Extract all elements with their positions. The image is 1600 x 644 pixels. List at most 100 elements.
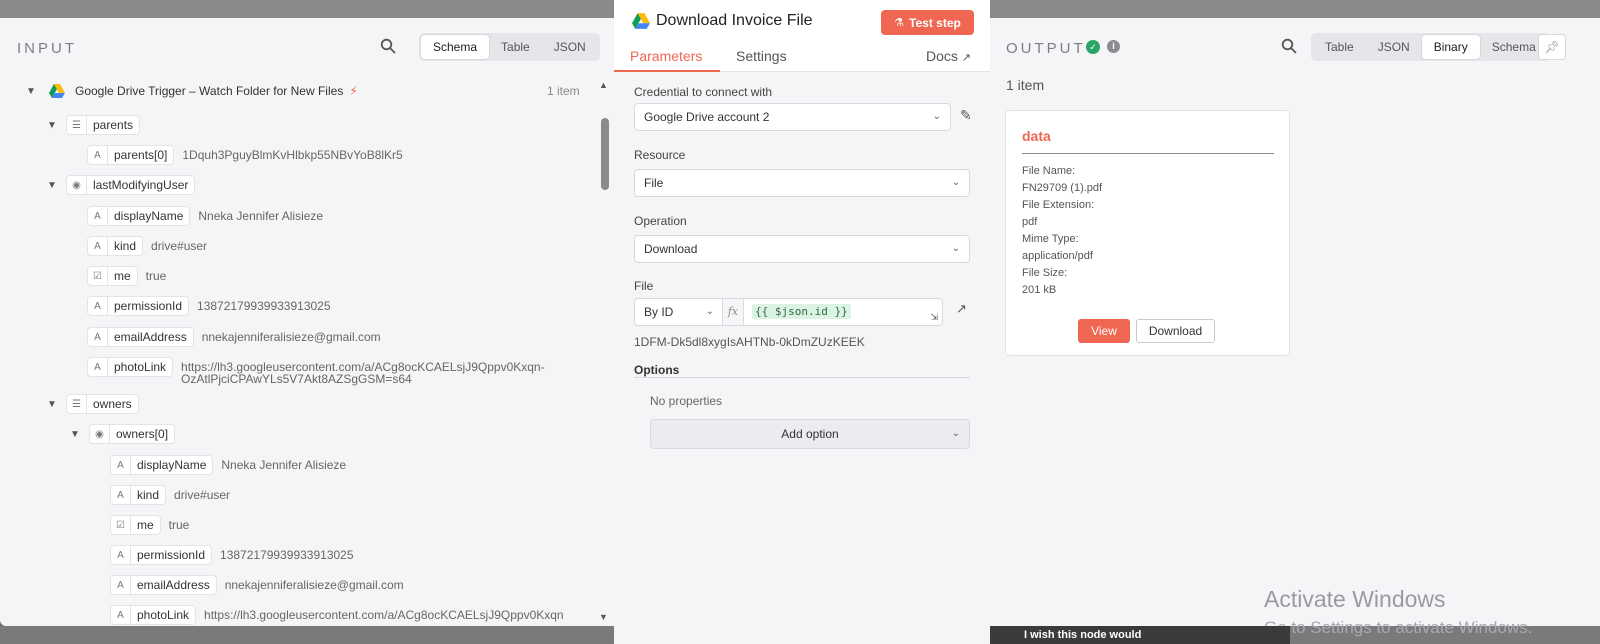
input-view-json[interactable]: JSON xyxy=(542,35,598,59)
file-ext-value: pdf xyxy=(1022,216,1038,228)
file-expression-input[interactable]: {{ $json.id }} ⇲ xyxy=(743,298,943,326)
file-size-label: File Size: xyxy=(1022,267,1068,279)
test-step-button[interactable]: ⚗︎ Test step xyxy=(881,10,974,35)
credential-label: Credential to connect with xyxy=(634,85,773,99)
node-settings-panel: Download Invoice File ⚗︎ Test step Param… xyxy=(614,0,990,644)
file-name-label: File Name: xyxy=(1022,165,1076,177)
file-id-preview: 1DFM-Dk5dl8xygIsAHTNb-0kDmZUzKEEK xyxy=(634,335,865,349)
info-icon[interactable]: i xyxy=(1107,40,1120,53)
binary-card-title: data xyxy=(1022,128,1051,144)
input-view-table[interactable]: Table xyxy=(489,35,542,59)
feedback-bar[interactable]: I wish this node would xyxy=(990,626,1290,644)
tree-node-owner-me[interactable]: ☑ me true xyxy=(110,515,189,535)
string-icon: A xyxy=(111,605,131,625)
add-option-button[interactable]: Add option ⌄ xyxy=(650,419,970,449)
node-title[interactable]: Download Invoice File xyxy=(656,12,813,30)
file-mode-select[interactable]: By ID ⌄ xyxy=(634,298,723,326)
string-icon: A xyxy=(111,485,131,505)
download-button[interactable]: Download xyxy=(1136,319,1215,343)
tree-node-owner-photo-link[interactable]: AphotoLink https://lh3.googleusercontent… xyxy=(110,605,564,625)
expand-icon[interactable]: ⇲ xyxy=(930,312,938,323)
string-icon: A xyxy=(111,575,131,595)
string-icon: A xyxy=(111,545,131,565)
schema-tree: ▼ Google Drive Trigger – Watch Folder fo… xyxy=(0,78,600,626)
credential-select[interactable]: Google Drive account 2 ⌄ xyxy=(634,103,951,131)
tree-node-parents0[interactable]: Aparents[0] 1Dquh3PguyBlmKvHlbkp55NBvYoB… xyxy=(87,145,403,165)
string-icon: A xyxy=(88,327,108,347)
output-title: OUTPUT xyxy=(1006,40,1086,57)
string-icon: A xyxy=(88,296,108,316)
chevron-down-icon[interactable]: ▼ xyxy=(46,179,58,191)
tree-node-me[interactable]: ☑ me true xyxy=(87,266,166,286)
resource-label: Resource xyxy=(634,148,686,162)
no-properties-text: No properties xyxy=(650,394,723,408)
view-button[interactable]: View xyxy=(1078,319,1130,343)
tree-node-parents[interactable]: ▼ ☰ parents xyxy=(46,115,141,135)
card-divider xyxy=(1022,153,1274,154)
tree-node-owners0[interactable]: ▼ ◉ owners[0] xyxy=(69,424,176,444)
output-item-count: 1 item xyxy=(1006,77,1045,93)
activate-windows-title: Activate Windows xyxy=(1264,586,1446,612)
file-ext-label: File Extension: xyxy=(1022,199,1095,211)
edit-pencil-icon[interactable]: ✎ xyxy=(960,107,972,124)
tree-node-owner-display-name[interactable]: AdisplayName Nneka Jennifer Alisieze xyxy=(110,455,346,475)
tab-settings[interactable]: Settings xyxy=(736,48,787,64)
input-view-schema[interactable]: Schema xyxy=(421,35,490,59)
external-link-icon: ↗ xyxy=(961,52,972,64)
operation-select[interactable]: Download ⌄ xyxy=(634,235,970,263)
resource-select[interactable]: File ⌄ xyxy=(634,169,970,197)
input-scrollbar-thumb[interactable] xyxy=(601,118,609,190)
input-view-toggle: Schema Table JSON xyxy=(419,33,600,61)
docs-link[interactable]: Docs ↗ xyxy=(926,48,971,64)
fx-icon: fx xyxy=(722,298,744,326)
tree-node-email[interactable]: AemailAddress nnekajenniferalisieze@gmai… xyxy=(87,327,381,347)
chevron-down-icon[interactable]: ▼ xyxy=(69,428,81,440)
input-item-count: 1 item xyxy=(547,84,580,98)
tree-node-permission-id[interactable]: ApermissionId 13872179939933913025 xyxy=(87,296,331,316)
tree-node-owners[interactable]: ▼ ☰ owners xyxy=(46,394,139,414)
output-view-json[interactable]: JSON xyxy=(1366,35,1422,59)
trigger-row[interactable]: ▼ Google Drive Trigger – Watch Folder fo… xyxy=(25,84,358,98)
mime-type-value: application/pdf xyxy=(1022,250,1093,262)
chevron-down-icon[interactable]: ▼ xyxy=(25,85,37,97)
tab-parameters[interactable]: Parameters xyxy=(630,48,702,64)
chevron-down-icon: ⌄ xyxy=(951,428,960,439)
search-icon[interactable] xyxy=(380,38,396,54)
bolt-icon: ⚡︎ xyxy=(349,84,358,98)
input-title: INPUT xyxy=(17,40,77,57)
tree-node-owner-kind[interactable]: Akind drive#user xyxy=(110,485,230,505)
file-label: File xyxy=(634,279,654,293)
chevron-down-icon[interactable]: ▼ xyxy=(46,119,58,131)
binary-data-card: data File Name: FN29709 (1).pdf File Ext… xyxy=(1005,110,1290,356)
file-size-value: 201 kB xyxy=(1022,284,1057,296)
tree-node-last-modifying-user[interactable]: ▼ ◉ lastModifyingUser xyxy=(46,175,196,195)
external-link-icon[interactable]: ↗ xyxy=(956,301,967,317)
operation-label: Operation xyxy=(634,214,687,228)
scroll-down-arrow-icon[interactable]: ▼ xyxy=(599,612,608,622)
options-label: Options xyxy=(634,363,680,377)
output-view-toggle: Table JSON Binary Schema xyxy=(1311,33,1550,61)
chevron-down-icon[interactable]: ▼ xyxy=(46,398,58,410)
object-icon: ◉ xyxy=(67,175,87,195)
search-icon[interactable] xyxy=(1281,38,1297,54)
google-drive-icon xyxy=(49,84,65,98)
list-icon: ☰ xyxy=(67,115,87,135)
string-icon: A xyxy=(111,455,131,475)
checkbox-icon: ☑ xyxy=(88,266,108,286)
chevron-down-icon: ⌄ xyxy=(932,111,941,122)
tree-node-display-name[interactable]: AdisplayName Nneka Jennifer Alisieze xyxy=(87,206,323,226)
output-view-binary[interactable]: Binary xyxy=(1421,35,1480,59)
string-icon: A xyxy=(88,145,108,165)
tree-node-kind[interactable]: Akind drive#user xyxy=(87,236,207,256)
mime-type-label: Mime Type: xyxy=(1022,233,1079,245)
tree-node-owner-email[interactable]: AemailAddress nnekajenniferalisieze@gmai… xyxy=(110,575,404,595)
list-icon: ☰ xyxy=(67,394,87,414)
checkbox-icon: ☑ xyxy=(111,515,131,535)
tree-node-photo-link[interactable]: AphotoLink https://lh3.googleusercontent… xyxy=(87,357,545,385)
output-view-table[interactable]: Table xyxy=(1313,35,1366,59)
options-divider xyxy=(634,377,970,378)
flask-icon: ⚗︎ xyxy=(894,17,905,29)
scroll-up-arrow-icon[interactable]: ▲ xyxy=(599,80,608,90)
pin-icon[interactable]: 📌︎ xyxy=(1538,34,1566,60)
tree-node-owner-permission-id[interactable]: ApermissionId 13872179939933913025 xyxy=(110,545,354,565)
